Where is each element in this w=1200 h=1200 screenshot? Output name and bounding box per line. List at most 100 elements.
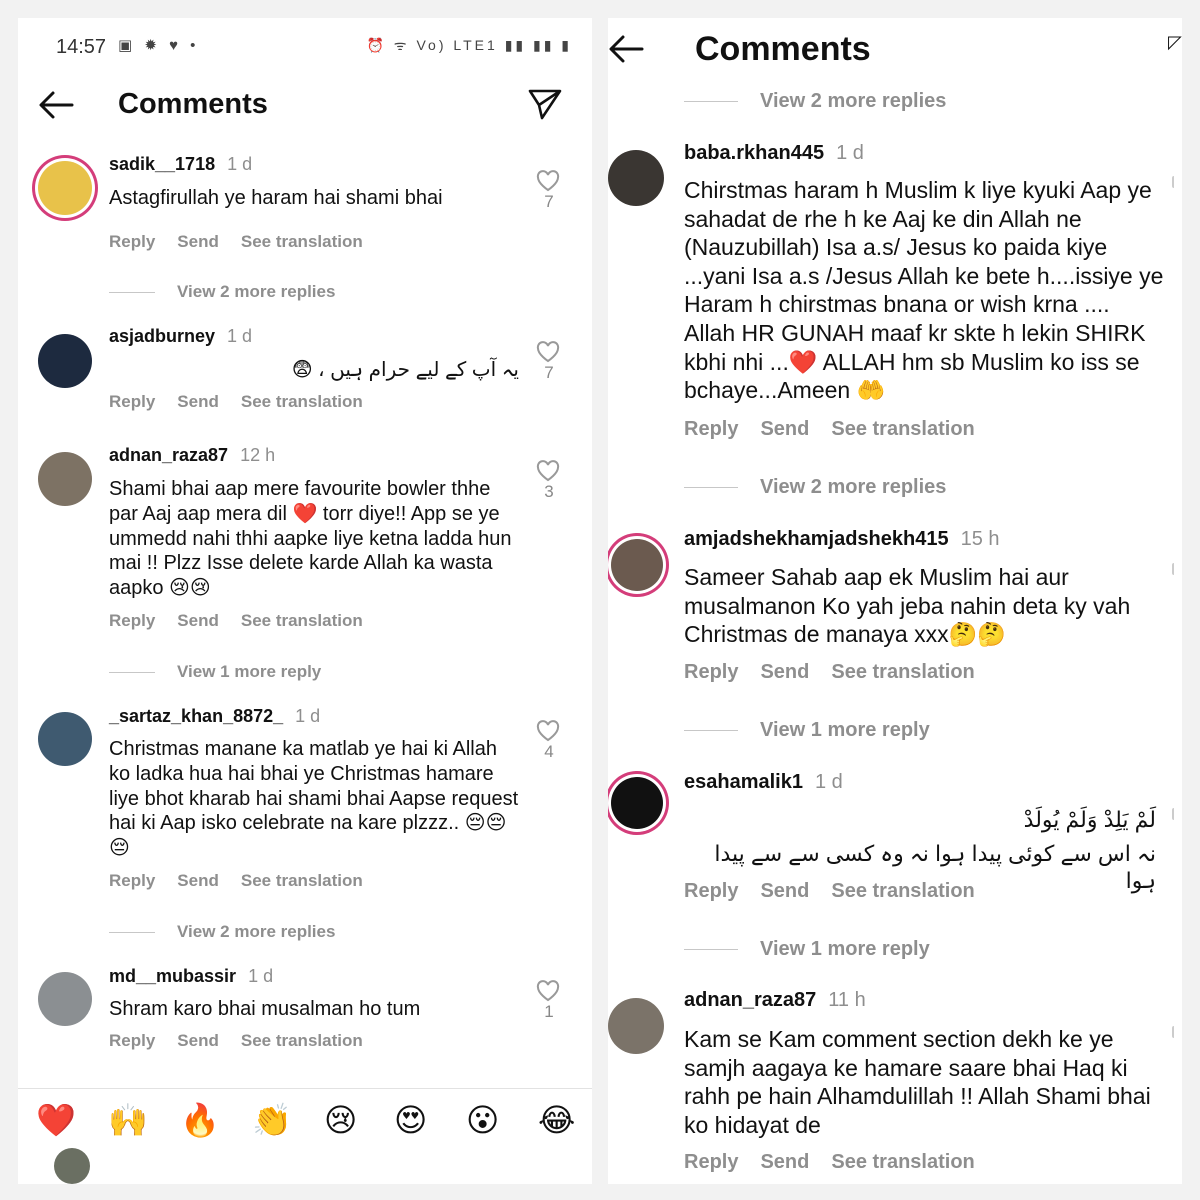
comment-actions: Reply Send See translation bbox=[684, 418, 997, 441]
right-screenshot: Comments ◸ View 2 more replies baba.rkha… bbox=[608, 18, 1182, 1184]
username[interactable]: sadik__1718 1 d bbox=[109, 154, 252, 175]
reply-button[interactable]: Reply bbox=[684, 661, 738, 683]
emoji-clap[interactable]: 👏 bbox=[252, 1101, 292, 1139]
see-translation-button[interactable]: See translation bbox=[241, 392, 363, 411]
emoji-crying[interactable]: 😢 bbox=[324, 1101, 357, 1139]
send-button[interactable]: Send bbox=[177, 1031, 219, 1050]
avatar[interactable] bbox=[38, 452, 92, 506]
avatar[interactable] bbox=[38, 334, 92, 388]
reply-button[interactable]: Reply bbox=[109, 232, 155, 251]
emoji-surprised[interactable]: 😮 bbox=[466, 1101, 499, 1139]
see-translation-button[interactable]: See translation bbox=[241, 1031, 363, 1050]
avatar[interactable] bbox=[611, 777, 663, 829]
username[interactable]: _sartaz_khan_8872_ 1 d bbox=[109, 706, 320, 727]
comment-text: Shram karo bhai musalman ho tum bbox=[109, 998, 421, 1020]
see-translation-button[interactable]: See translation bbox=[241, 232, 363, 251]
left-screenshot: 14:57 ▣ ✹ ♥ • ⏰ ᯤ Vo) LTE1 ▮▮ ▮▮ ▮ Comme… bbox=[18, 18, 592, 1184]
view-more-replies[interactable]: View 2 more replies bbox=[684, 476, 946, 499]
like-control[interactable]: 4 bbox=[536, 720, 562, 762]
avatar[interactable] bbox=[38, 161, 92, 215]
like-count: 3 bbox=[544, 482, 554, 501]
reply-button[interactable]: Reply bbox=[109, 392, 155, 411]
like-count: 1 bbox=[544, 1002, 554, 1021]
heart-icon bbox=[536, 341, 560, 363]
username[interactable]: adnan_raza87 11 h bbox=[684, 989, 866, 1012]
send-button[interactable]: Send bbox=[177, 871, 219, 890]
comment-actions: Reply Send See translation bbox=[684, 1151, 997, 1174]
avatar[interactable] bbox=[608, 150, 664, 206]
comment-text: Kam se Kam comment section dekh ke ye sa… bbox=[684, 1026, 1151, 1138]
like-control[interactable]: 7 bbox=[536, 170, 562, 212]
avatar[interactable] bbox=[38, 712, 92, 766]
send-button[interactable]: Send bbox=[760, 418, 809, 440]
see-translation-button[interactable]: See translation bbox=[831, 880, 974, 902]
reply-button[interactable]: Reply bbox=[684, 880, 738, 902]
status-right-icons: ⏰ ᯤ Vo) LTE1 ▮▮ ▮▮ ▮ bbox=[366, 37, 572, 53]
heart-icon bbox=[536, 980, 560, 1002]
emoji-laughing[interactable]: 😂 bbox=[538, 1101, 575, 1139]
like-control[interactable]: 3 bbox=[536, 460, 562, 502]
like-count: 4 bbox=[544, 742, 554, 761]
comment-text: Sameer Sahab aap ek Muslim hai aur musal… bbox=[684, 564, 1131, 648]
comment-actions: Reply Send See translation bbox=[684, 661, 997, 684]
like-count: 7 bbox=[544, 192, 554, 211]
send-button[interactable]: Send bbox=[760, 661, 809, 683]
reply-button[interactable]: Reply bbox=[109, 611, 155, 630]
send-button[interactable]: Send bbox=[760, 1151, 809, 1173]
comment-text: Christmas manane ka matlab ye hai ki All… bbox=[109, 738, 519, 860]
avatar[interactable] bbox=[38, 972, 92, 1026]
comment-text-arabic: لَمْ يَلِدْ وَلَمْ يُولَدْ bbox=[1023, 807, 1156, 832]
heart-icon bbox=[536, 170, 560, 192]
like-edge-indicator bbox=[1172, 176, 1178, 188]
send-icon[interactable] bbox=[528, 88, 562, 125]
back-arrow-icon[interactable] bbox=[38, 90, 74, 125]
see-translation-button[interactable]: See translation bbox=[831, 418, 974, 440]
reply-button[interactable]: Reply bbox=[684, 418, 738, 440]
like-control[interactable]: 1 bbox=[536, 980, 562, 1022]
send-button[interactable]: Send bbox=[177, 232, 219, 251]
like-edge-indicator bbox=[1172, 563, 1178, 575]
username[interactable]: esahamalik1 1 d bbox=[684, 771, 843, 794]
view-more-replies[interactable]: View 2 more replies bbox=[109, 922, 335, 942]
view-more-replies[interactable]: View 2 more replies bbox=[109, 282, 335, 302]
status-left-icons: ▣ ✹ ♥ • bbox=[118, 37, 200, 54]
see-translation-button[interactable]: See translation bbox=[831, 661, 974, 683]
send-button[interactable]: Send bbox=[760, 880, 809, 902]
reply-button[interactable]: Reply bbox=[109, 1031, 155, 1050]
reply-button[interactable]: Reply bbox=[109, 871, 155, 890]
view-more-replies[interactable]: View 1 more reply bbox=[684, 719, 930, 742]
send-button[interactable]: Send bbox=[177, 611, 219, 630]
emoji-heart-eyes[interactable]: 😍 bbox=[394, 1101, 427, 1139]
avatar[interactable] bbox=[611, 539, 663, 591]
comment-actions: Reply Send See translation bbox=[109, 1031, 385, 1051]
see-translation-button[interactable]: See translation bbox=[831, 1151, 974, 1173]
like-control[interactable]: 7 bbox=[536, 341, 562, 383]
username[interactable]: baba.rkhan445 1 d bbox=[684, 142, 864, 165]
view-more-replies[interactable]: View 2 more replies bbox=[684, 90, 946, 113]
status-time: 14:57 bbox=[56, 36, 107, 58]
avatar[interactable] bbox=[608, 998, 664, 1054]
comment-actions: Reply Send See translation bbox=[109, 392, 385, 412]
emoji-heart[interactable]: ❤️ bbox=[36, 1101, 76, 1139]
comment-text: Chirstmas haram h Muslim k liye kyuki Aa… bbox=[684, 177, 1164, 404]
send-button[interactable]: Send bbox=[177, 392, 219, 411]
view-more-replies[interactable]: View 1 more reply bbox=[109, 662, 321, 682]
username[interactable]: amjadshekhamjadshekh415 15 h bbox=[684, 528, 1000, 551]
username[interactable]: asjadburney 1 d bbox=[109, 326, 252, 347]
comment-actions: Reply Send See translation bbox=[109, 871, 385, 891]
see-translation-button[interactable]: See translation bbox=[241, 611, 363, 630]
emoji-fire[interactable]: 🔥 bbox=[180, 1101, 220, 1139]
like-count: 7 bbox=[544, 363, 554, 382]
see-translation-button[interactable]: See translation bbox=[241, 871, 363, 890]
emoji-raised-hands[interactable]: 🙌 bbox=[108, 1101, 148, 1139]
heart-icon bbox=[536, 460, 560, 482]
comment-actions: Reply Send See translation bbox=[109, 611, 385, 631]
username[interactable]: md__mubassir 1 d bbox=[109, 966, 273, 987]
reply-button[interactable]: Reply bbox=[684, 1151, 738, 1173]
like-edge-indicator bbox=[1172, 1026, 1178, 1038]
username[interactable]: adnan_raza87 12 h bbox=[109, 445, 275, 466]
send-icon[interactable]: ◸ bbox=[1168, 32, 1182, 53]
avatar bbox=[54, 1148, 90, 1184]
view-more-replies[interactable]: View 1 more reply bbox=[684, 938, 930, 961]
back-arrow-icon[interactable] bbox=[608, 34, 644, 69]
